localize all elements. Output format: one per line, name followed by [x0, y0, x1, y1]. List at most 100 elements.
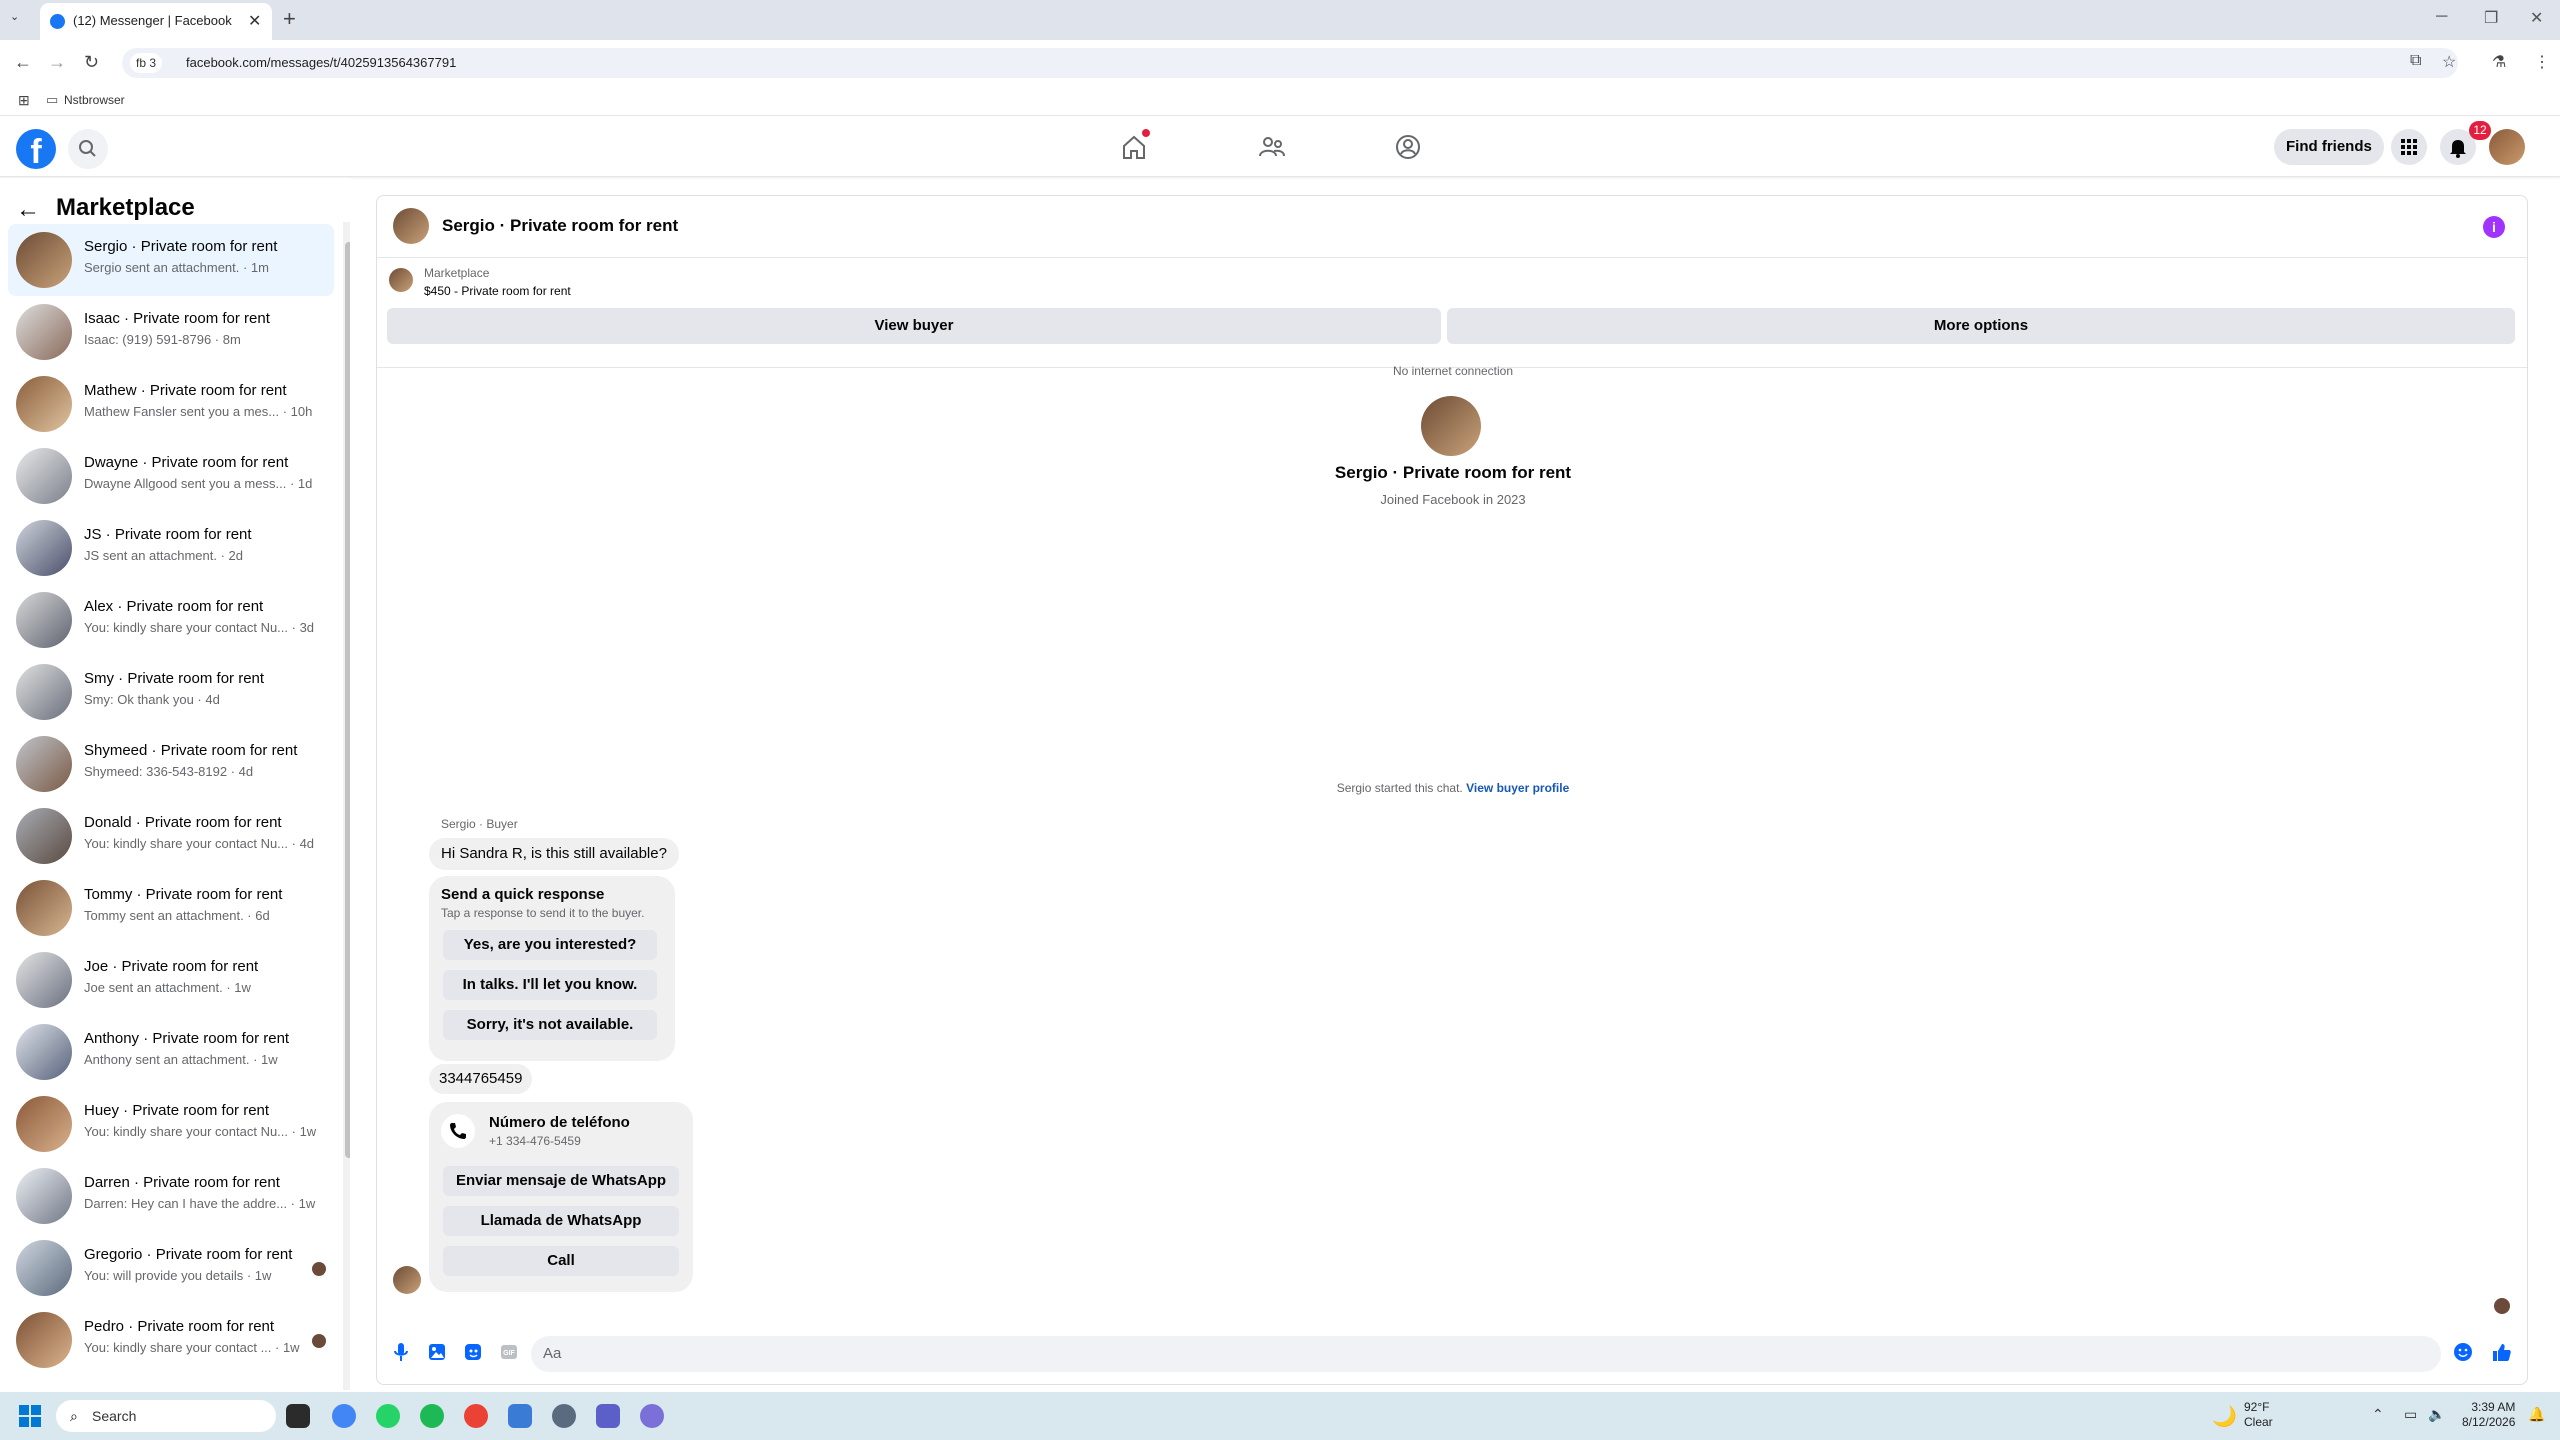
conversation-item[interactable]: Isaac · Private room for rent Isaac: (919…: [8, 296, 334, 368]
view-buyer-button[interactable]: View buyer: [387, 308, 1441, 344]
tray-overflow-icon[interactable]: ⌃: [2372, 1406, 2384, 1423]
whatsapp-icon[interactable]: [376, 1404, 400, 1428]
whatsapp-call-button[interactable]: Llamada de WhatsApp: [443, 1206, 679, 1236]
conversation-item[interactable]: Anthony · Private room for rent Anthony s…: [8, 1016, 334, 1088]
profile-avatar[interactable]: [1421, 396, 1481, 456]
browser-tab[interactable]: (12) Messenger | Facebook ✕: [40, 3, 272, 40]
notepad-icon[interactable]: [508, 1404, 532, 1428]
emoji-icon[interactable]: [2451, 1340, 2475, 1364]
close-window-icon[interactable]: ✕: [2530, 8, 2543, 28]
message-input[interactable]: Aa: [531, 1336, 2441, 1372]
friends-nav-icon[interactable]: [1256, 131, 1288, 163]
conversation-item[interactable]: Shymeed · Private room for rent Shymeed: …: [8, 728, 334, 800]
task-view-icon[interactable]: [286, 1404, 310, 1428]
bookmark-star-icon[interactable]: ☆: [2442, 52, 2456, 72]
conversation-name: Smy · Private room for rent: [84, 670, 265, 687]
like-thumb-icon[interactable]: [2489, 1340, 2513, 1364]
account-avatar[interactable]: [2489, 129, 2525, 165]
conversation-item[interactable]: Darren · Private room for rent Darren: He…: [8, 1160, 334, 1232]
view-buyer-profile-link[interactable]: View buyer profile: [1466, 781, 1569, 795]
quick-response-button[interactable]: Sorry, it's not available.: [443, 1010, 657, 1040]
conversation-item[interactable]: Gregorio · Private room for rent You: wil…: [8, 1232, 334, 1304]
taskbar-search[interactable]: Search: [56, 1400, 276, 1432]
site-info-chip[interactable]: fb 3: [130, 53, 163, 73]
conversation-preview: Darren: Hey can I have the addre... · 1w: [84, 1196, 316, 1211]
listing-thumbnail[interactable]: [389, 268, 413, 292]
browser-app-icon[interactable]: [640, 1404, 664, 1428]
settings-gear-icon[interactable]: [552, 1404, 576, 1428]
info-icon[interactable]: i: [2483, 216, 2505, 238]
sender-avatar[interactable]: [393, 1266, 421, 1294]
browser-menu-icon[interactable]: ⋮: [2534, 52, 2550, 72]
more-options-button[interactable]: More options: [1447, 308, 2515, 344]
sidebar-scrollbar-thumb[interactable]: [345, 242, 350, 1158]
back-arrow-icon[interactable]: ←: [16, 196, 40, 224]
conversation-item[interactable]: JS · Private room for rent JS sent an att…: [8, 512, 334, 584]
home-notification-dot: [1142, 129, 1150, 137]
gif-icon[interactable]: GIF: [497, 1340, 521, 1364]
bookmark-nstbrowser[interactable]: Nstbrowser: [64, 93, 125, 107]
conversation-item[interactable]: Alex · Private room for rent You: kindly …: [8, 584, 334, 656]
apps-grid-icon[interactable]: ⊞: [18, 92, 30, 109]
chat-header-name[interactable]: Sergio · Private room for rent: [442, 216, 678, 236]
new-tab-button[interactable]: +: [283, 6, 296, 32]
listing-label: Marketplace: [424, 266, 490, 280]
find-friends-button[interactable]: Find friends: [2274, 129, 2384, 165]
whatsapp-message-button[interactable]: Enviar mensaje de WhatsApp: [443, 1166, 679, 1196]
spotify-icon[interactable]: [420, 1404, 444, 1428]
conversation-item[interactable]: Joe · Private room for rent Joe sent an a…: [8, 944, 334, 1016]
restore-icon[interactable]: ❐: [2484, 8, 2498, 28]
back-icon[interactable]: ←: [14, 52, 32, 73]
volume-icon[interactable]: 🔈: [2428, 1406, 2445, 1423]
chrome-icon[interactable]: [332, 1404, 356, 1428]
search-button[interactable]: [68, 129, 108, 169]
labs-flask-icon[interactable]: ⚗: [2492, 52, 2506, 72]
chat-started-notice: Sergio started this chat. View buyer pro…: [377, 781, 2527, 795]
conversation-item[interactable]: Huey · Private room for rent You: kindly …: [8, 1088, 334, 1160]
sticker-icon[interactable]: [461, 1340, 485, 1364]
seen-avatar: [2494, 1298, 2510, 1314]
tab-title: (12) Messenger | Facebook: [73, 13, 232, 28]
profile-name: Sergio · Private room for rent: [1334, 463, 1572, 482]
app-icon[interactable]: [596, 1404, 620, 1428]
system-clock[interactable]: 3:39 AM 8/12/2026: [2462, 1400, 2515, 1430]
conversation-avatar: [16, 1312, 72, 1368]
conversation-item[interactable]: Donald · Private room for rent You: kindl…: [8, 800, 334, 872]
notification-bell-icon[interactable]: 🔔: [2528, 1406, 2545, 1423]
conversation-item[interactable]: Mathew · Private room for rent Mathew Fan…: [8, 368, 334, 440]
minimize-icon[interactable]: ─: [2436, 8, 2447, 26]
photo-icon[interactable]: [425, 1340, 449, 1364]
close-tab-icon[interactable]: ✕: [248, 11, 261, 31]
facebook-logo-icon[interactable]: f: [16, 129, 56, 171]
chat-header-avatar[interactable]: [393, 208, 429, 244]
microphone-icon[interactable]: [389, 1340, 413, 1364]
listing-price[interactable]: $450 - Private room for rent: [424, 284, 571, 298]
clock-date: 8/12/2026: [2462, 1415, 2516, 1429]
tab-search-chevron-icon[interactable]: ⌄: [10, 10, 28, 28]
phone-number-card: Número de teléfono +1 334-476-5459 Envia…: [429, 1102, 693, 1292]
windows-start-icon[interactable]: [18, 1404, 42, 1428]
quick-response-button[interactable]: Yes, are you interested?: [443, 930, 657, 960]
conversation-avatar: [16, 880, 72, 936]
weather-widget[interactable]: 92°F Clear: [2244, 1400, 2273, 1430]
menu-grid-icon: [2401, 139, 2417, 155]
weather-moon-icon: 🌙: [2212, 1406, 2237, 1428]
conversation-item[interactable]: Sergio · Private room for rent Sergio sen…: [8, 224, 334, 296]
quick-response-button[interactable]: In talks. I'll let you know.: [443, 970, 657, 1000]
address-bar[interactable]: fb 3 facebook.com/messages/t/40259135643…: [122, 48, 2458, 78]
conversation-item[interactable]: Dwayne · Private room for rent Dwayne All…: [8, 440, 334, 512]
chrome-profile-icon[interactable]: [464, 1404, 488, 1428]
network-icon[interactable]: ▭: [2404, 1406, 2417, 1423]
menu-grid-button[interactable]: [2391, 129, 2427, 165]
groups-nav-icon[interactable]: [1392, 131, 1424, 163]
install-app-icon[interactable]: ⧉: [2410, 52, 2421, 70]
conversation-item[interactable]: Smy · Private room for rent Smy: Ok thank…: [8, 656, 334, 728]
url-text[interactable]: facebook.com/messages/t/4025913564367791: [186, 55, 456, 70]
home-nav-icon[interactable]: [1118, 129, 1150, 163]
call-button[interactable]: Call: [443, 1246, 679, 1276]
conversation-item[interactable]: Pedro · Private room for rent You: kindly…: [8, 1304, 334, 1376]
reload-icon[interactable]: ↻: [84, 52, 99, 73]
forward-icon[interactable]: →: [48, 52, 66, 73]
conversation-item[interactable]: Tommy · Private room for rent Tommy sent …: [8, 872, 334, 944]
conversation-preview: Smy: Ok thank you · 4d: [84, 692, 220, 707]
